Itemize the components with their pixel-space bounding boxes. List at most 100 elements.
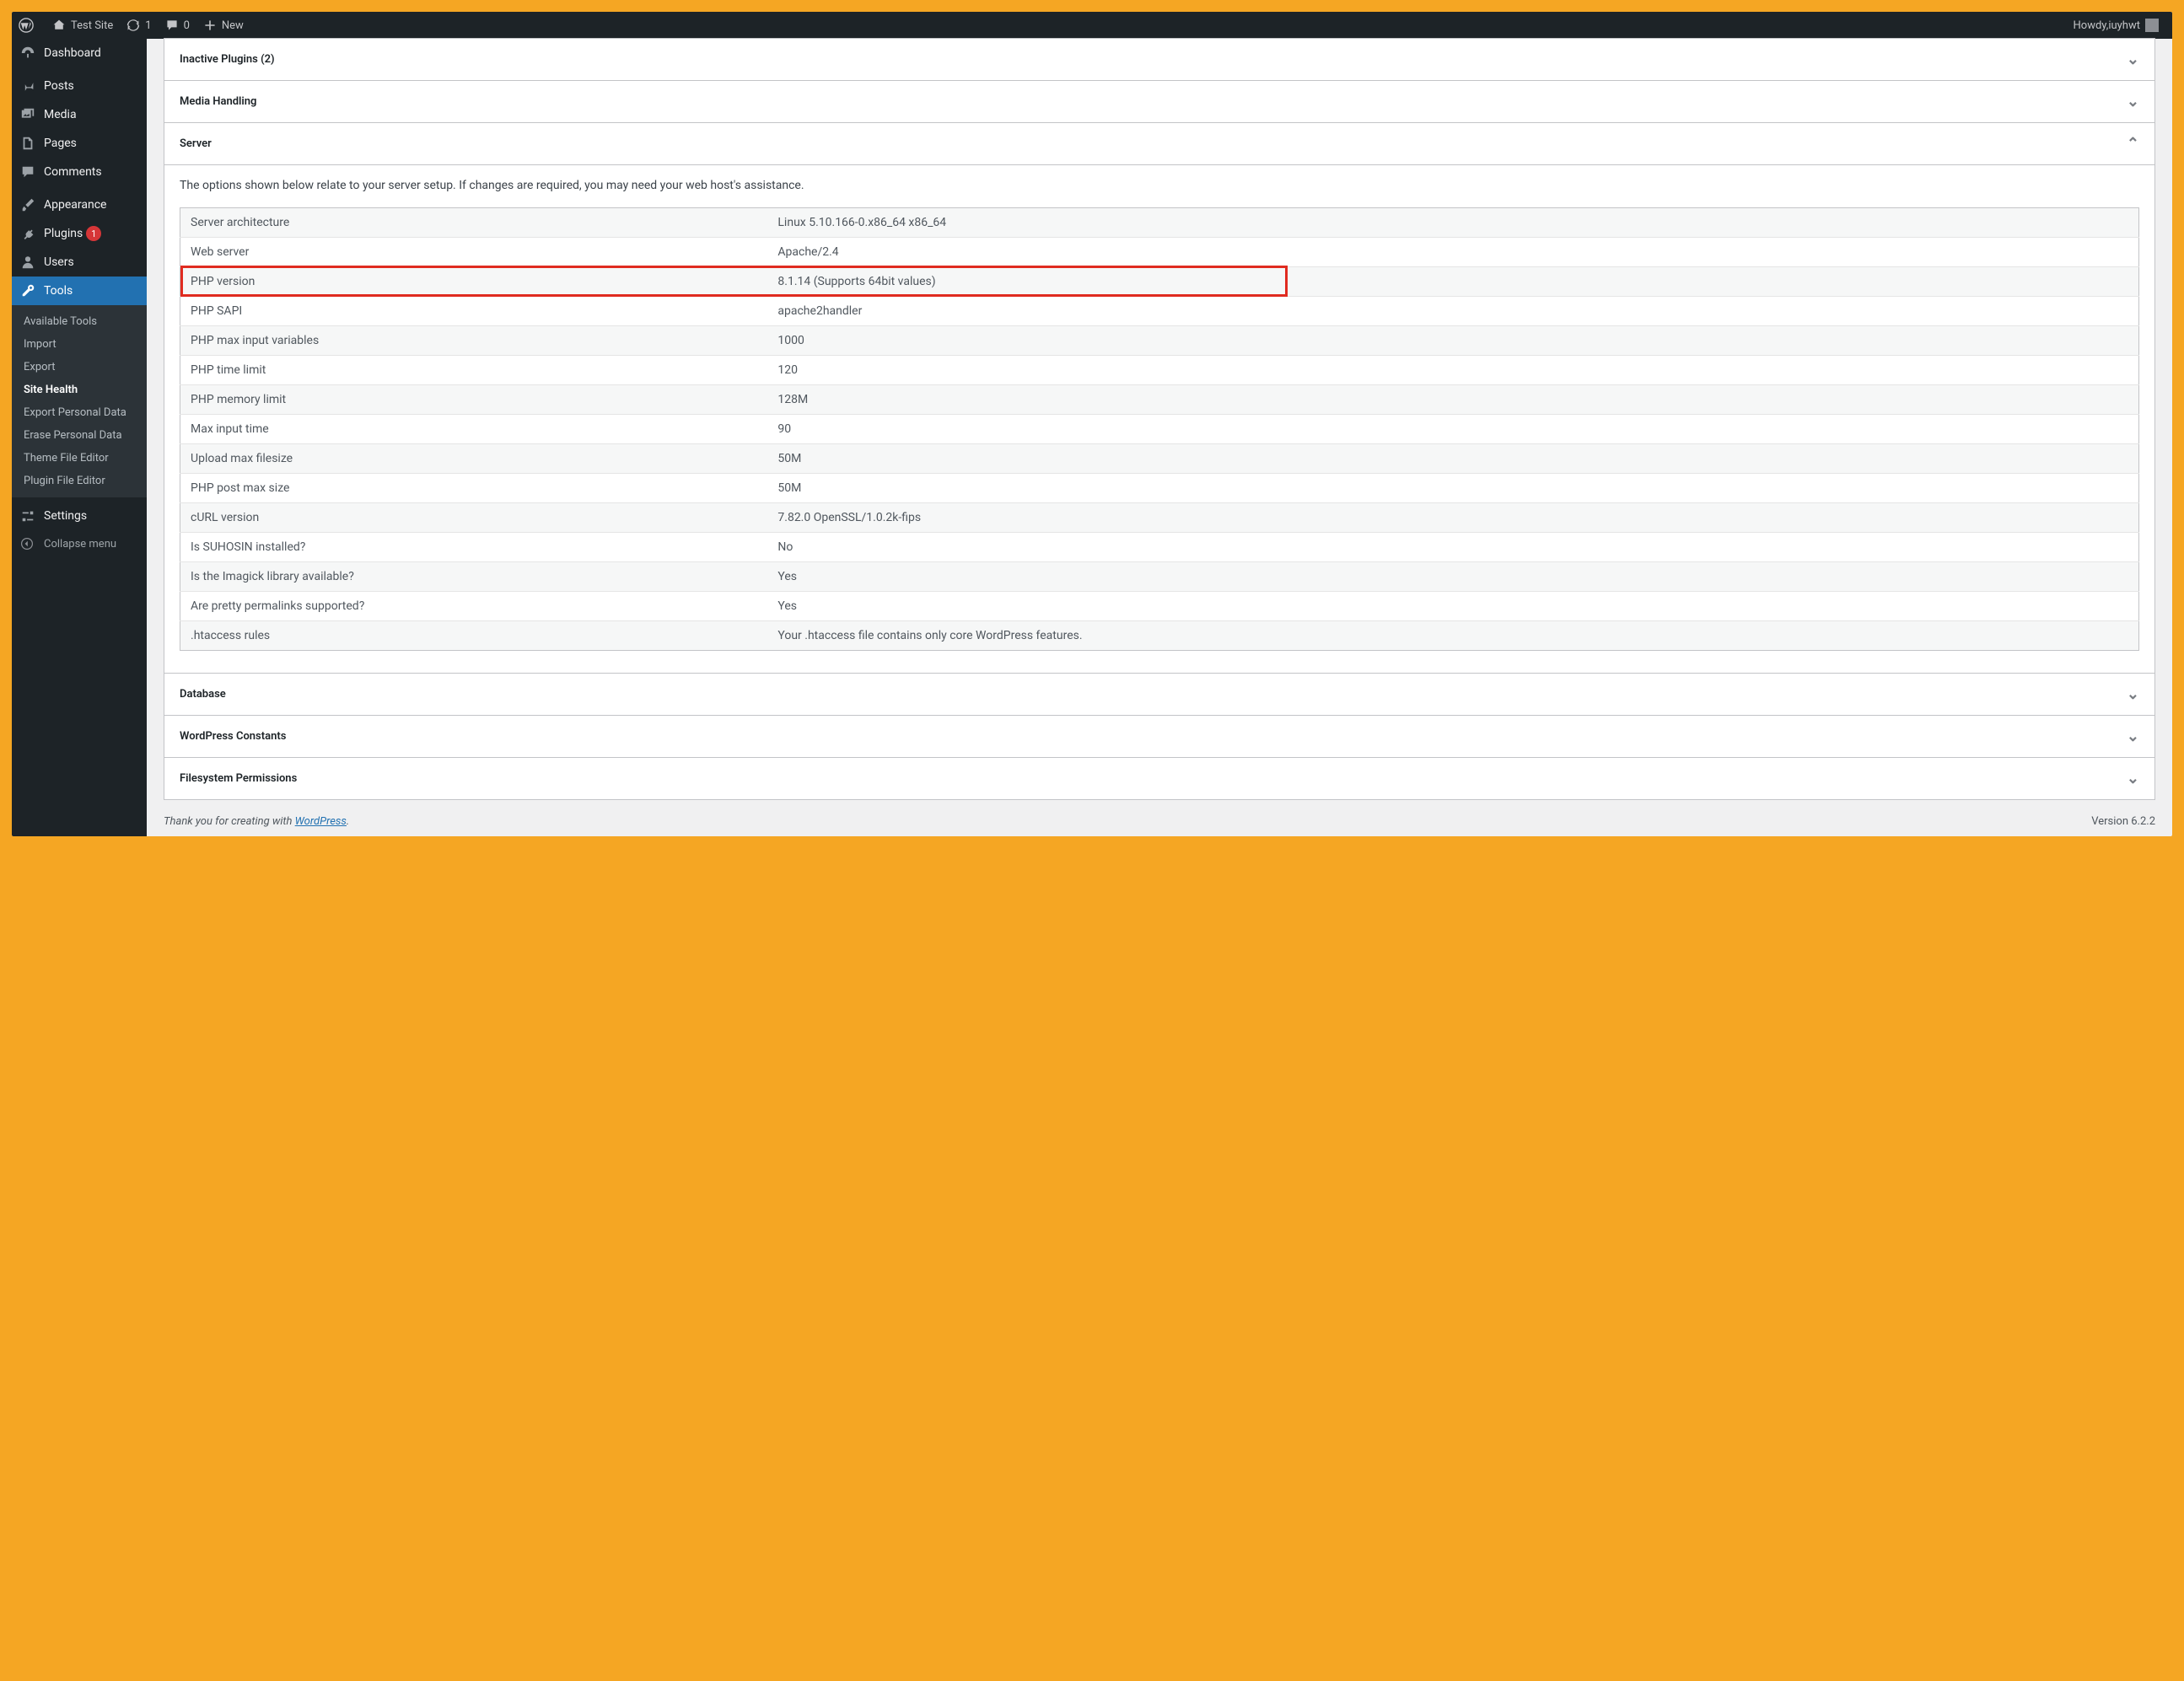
accordion-inactive-plugins: Inactive Plugins (2) ⌄ [164, 38, 2155, 81]
server-row-label: Is the Imagick library available? [180, 562, 768, 592]
server-row-value: 128M [767, 385, 2138, 415]
admin-footer: Thank you for creating with WordPress. V… [164, 800, 2155, 836]
sidebar-item-pages[interactable]: Pages [12, 129, 147, 158]
server-row-label: Is SUHOSIN installed? [180, 533, 768, 562]
admin-sidebar: Dashboard Posts Media Pages Comments Appearan… [12, 39, 147, 836]
accordion-fs-permissions: Filesystem Permissions ⌄ [164, 757, 2155, 800]
chevron-down-icon: ⌄ [2127, 93, 2139, 110]
server-row-label: Server architecture [180, 208, 768, 238]
sidebar-item-label: Appearance [44, 198, 106, 212]
collapse-menu-label: Collapse menu [44, 538, 116, 550]
server-row-value: 90 [767, 415, 2138, 444]
sidebar-item-label: Users [44, 255, 74, 269]
server-row-value: Yes [767, 562, 2138, 592]
sidebar-item-comments[interactable]: Comments [12, 158, 147, 186]
tools-submenu: Available ToolsImportExportSite HealthEx… [12, 305, 147, 497]
sliders-icon [20, 508, 37, 524]
submenu-item-theme-file-editor[interactable]: Theme File Editor [12, 447, 147, 470]
collapse-icon [20, 537, 37, 550]
collapse-menu-button[interactable]: Collapse menu [12, 530, 147, 557]
server-row-label: Web server [180, 238, 768, 267]
server-row-3: PHP SAPIapache2handler [180, 297, 2139, 326]
new-content-link[interactable]: New [196, 12, 250, 39]
server-row-11: Is SUHOSIN installed?No [180, 533, 2139, 562]
accordion-toggle-fs-permissions[interactable]: Filesystem Permissions ⌄ [164, 758, 2154, 799]
accordion-title: WordPress Constants [180, 730, 286, 743]
server-row-label: .htaccess rules [180, 621, 768, 651]
accordion-title: Database [180, 688, 226, 701]
accordion-toggle-inactive-plugins[interactable]: Inactive Plugins (2) ⌄ [164, 39, 2154, 80]
sidebar-item-label: Comments [44, 165, 102, 179]
home-icon [52, 19, 66, 32]
submenu-item-site-health[interactable]: Site Health [12, 379, 147, 401]
accordion-media-handling: Media Handling ⌄ [164, 80, 2155, 123]
submenu-item-export-personal-data[interactable]: Export Personal Data [12, 401, 147, 424]
avatar-placeholder-icon [2145, 19, 2159, 32]
server-row-value: 50M [767, 474, 2138, 503]
howdy-prefix: Howdy, [2074, 19, 2109, 32]
sidebar-item-tools[interactable]: Tools [12, 277, 147, 305]
accordion-toggle-media-handling[interactable]: Media Handling ⌄ [164, 81, 2154, 122]
comment-icon [20, 164, 37, 180]
footer-thanks-prefix: Thank you for creating with [164, 815, 295, 828]
sidebar-item-plugins[interactable]: Plugins1 [12, 219, 147, 248]
server-row-value: 1000 [767, 326, 2138, 356]
server-row-label: PHP memory limit [180, 385, 768, 415]
admin-bar: Test Site 1 0 New [12, 12, 2172, 39]
server-row-0: Server architectureLinux 5.10.166-0.x86_… [180, 208, 2139, 238]
update-count-badge: 1 [86, 226, 101, 241]
user-display-name: iuyhwt [2108, 19, 2140, 32]
chevron-down-icon: ⌄ [2127, 685, 2139, 703]
site-name-link[interactable]: Test Site [46, 12, 120, 39]
wordpress-org-link[interactable]: WordPress [295, 815, 347, 828]
accordion-toggle-server[interactable]: Server ⌃ [164, 123, 2154, 165]
updates-count: 1 [145, 19, 151, 32]
pin-icon [20, 78, 37, 94]
sidebar-item-dashboard[interactable]: Dashboard [12, 39, 147, 67]
submenu-item-export[interactable]: Export [12, 356, 147, 379]
server-row-8: Upload max filesize50M [180, 444, 2139, 474]
accordion-toggle-wp-constants[interactable]: WordPress Constants ⌄ [164, 716, 2154, 757]
submenu-item-import[interactable]: Import [12, 333, 147, 356]
accordion-database: Database ⌄ [164, 673, 2155, 716]
server-row-7: Max input time90 [180, 415, 2139, 444]
server-row-label: PHP time limit [180, 356, 768, 385]
sidebar-item-posts[interactable]: Posts [12, 72, 147, 100]
content-area: Inactive Plugins (2) ⌄ Media Handling ⌄ … [147, 39, 2172, 836]
submenu-item-available-tools[interactable]: Available Tools [12, 310, 147, 333]
accordion-title: Filesystem Permissions [180, 772, 297, 785]
submenu-item-erase-personal-data[interactable]: Erase Personal Data [12, 424, 147, 447]
sidebar-item-label: Settings [44, 509, 87, 523]
chevron-up-icon: ⌃ [2127, 135, 2139, 153]
accordion-toggle-database[interactable]: Database ⌄ [164, 674, 2154, 715]
server-row-13: Are pretty permalinks supported?Yes [180, 592, 2139, 621]
sidebar-item-label: Media [44, 108, 77, 121]
server-row-12: Is the Imagick library available?Yes [180, 562, 2139, 592]
server-row-value: 120 [767, 356, 2138, 385]
update-icon [126, 19, 140, 32]
server-row-label: Are pretty permalinks supported? [180, 592, 768, 621]
sidebar-item-appearance[interactable]: Appearance [12, 191, 147, 219]
sidebar-item-media[interactable]: Media [12, 100, 147, 129]
sidebar-item-label: Tools [44, 284, 73, 298]
server-row-5: PHP time limit120 [180, 356, 2139, 385]
server-row-label: PHP post max size [180, 474, 768, 503]
chevron-down-icon: ⌄ [2127, 728, 2139, 745]
wp-logo-menu[interactable] [12, 12, 46, 39]
server-row-value: Yes [767, 592, 2138, 621]
updates-link[interactable]: 1 [120, 12, 158, 39]
submenu-item-plugin-file-editor[interactable]: Plugin File Editor [12, 470, 147, 492]
pages-icon [20, 136, 37, 151]
sidebar-item-settings[interactable]: Settings [12, 502, 147, 530]
comments-link[interactable]: 0 [159, 12, 196, 39]
my-account-link[interactable]: Howdy, iuyhwt [2067, 12, 2166, 39]
server-row-label: PHP version [180, 267, 768, 297]
server-row-label: Max input time [180, 415, 768, 444]
chevron-down-icon: ⌄ [2127, 51, 2139, 68]
server-row-value: 50M [767, 444, 2138, 474]
sidebar-item-users[interactable]: Users [12, 248, 147, 277]
server-row-label: PHP max input variables [180, 326, 768, 356]
server-row-value: Apache/2.4 [767, 238, 2138, 267]
accordion-title: Server [180, 137, 212, 150]
server-section-description: The options shown below relate to your s… [180, 179, 2139, 192]
